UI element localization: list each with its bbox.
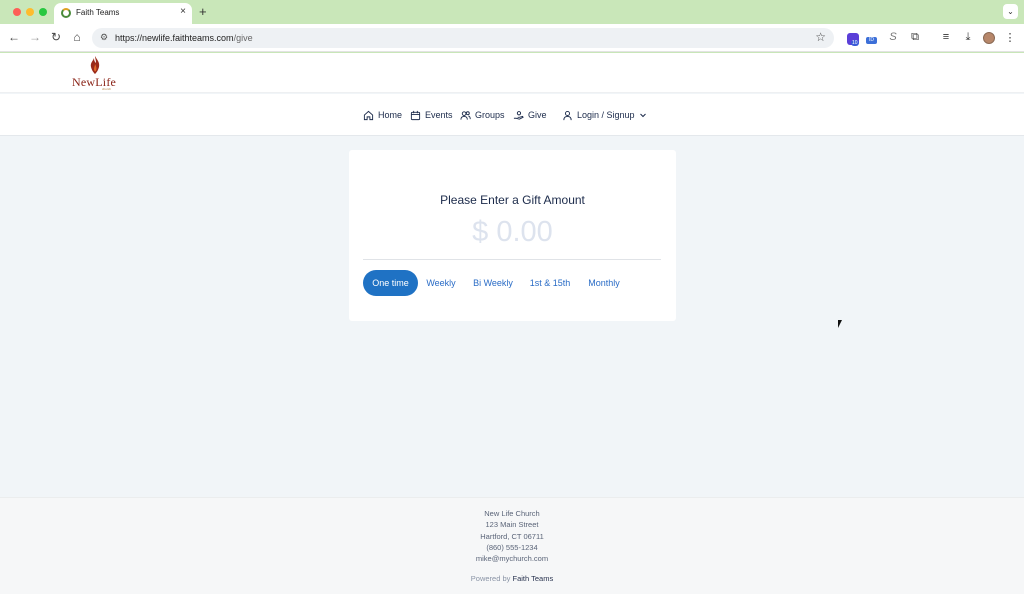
calendar-icon xyxy=(410,110,421,120)
footer-city: Hartford, CT 06711 xyxy=(480,532,544,541)
footer-powered-by: Powered by Faith Teams xyxy=(0,574,1024,583)
footer-street: 123 Main Street xyxy=(485,520,539,529)
amount-divider xyxy=(363,259,661,260)
bookmark-star-icon[interactable]: ☆ xyxy=(815,30,826,44)
site-header: NewLife church xyxy=(0,53,1024,93)
frequency-biweekly-button[interactable]: Bi Weekly xyxy=(470,270,516,296)
url-path: /give xyxy=(233,33,253,43)
frequency-one-time-button[interactable]: One time xyxy=(363,270,418,296)
nav-give-label: Give xyxy=(528,110,547,120)
frequency-1st-15th-button[interactable]: 1st & 15th xyxy=(527,270,573,296)
minimize-window-button[interactable] xyxy=(26,8,34,16)
frequency-monthly-button[interactable]: Monthly xyxy=(584,270,624,296)
footer-church-name: New Life Church xyxy=(484,509,540,518)
frequency-weekly-button[interactable]: Weekly xyxy=(422,270,460,296)
tab-close-icon[interactable]: × xyxy=(180,6,186,17)
mouse-cursor-icon xyxy=(838,320,846,328)
flame-logo-icon xyxy=(90,56,100,74)
nav-groups[interactable]: Groups xyxy=(460,108,505,122)
powered-by-brand-link[interactable]: Faith Teams xyxy=(512,574,553,583)
tab-title: Faith Teams xyxy=(76,8,120,17)
site-footer: New Life Church 123 Main Street Hartford… xyxy=(0,497,1024,594)
url-text[interactable]: https://newlife.faithteams.com/give xyxy=(115,33,253,43)
footer-phone[interactable]: (860) 555-1234 xyxy=(0,543,1024,552)
nav-events[interactable]: Events xyxy=(410,108,453,122)
profile-avatar[interactable] xyxy=(983,32,995,44)
home-button[interactable]: ⌂ xyxy=(70,30,84,44)
extension-tag-icon[interactable]: ID xyxy=(866,37,877,44)
home-icon xyxy=(363,110,374,120)
new-tab-button[interactable]: + xyxy=(199,4,207,19)
forward-button[interactable]: → xyxy=(28,30,42,44)
faith-teams-favicon-icon xyxy=(61,8,71,18)
nav-give[interactable]: Give xyxy=(513,108,547,122)
media-control-icon[interactable]: ≡ xyxy=(939,31,953,43)
main-navigation: Home Events Groups Give Login / Signup xyxy=(0,94,1024,136)
nav-login-label: Login / Signup xyxy=(577,110,635,120)
gift-amount-input[interactable]: $ 0.00 xyxy=(349,216,676,249)
powered-by-prefix: Powered by xyxy=(470,574,511,583)
nav-login-signup[interactable]: Login / Signup xyxy=(562,108,651,122)
address-bar[interactable]: ⚙ https://newlife.faithteams.com/give ☆ xyxy=(92,28,834,48)
nav-home[interactable]: Home xyxy=(363,108,402,122)
browser-menu-icon[interactable]: ⋮ xyxy=(1003,31,1017,44)
users-icon xyxy=(460,110,471,120)
footer-email[interactable]: mike@mychurch.com xyxy=(0,554,1024,563)
extension-badge-count: 10 xyxy=(851,40,859,46)
browser-tab[interactable]: Faith Teams × xyxy=(54,3,192,24)
extensions-puzzle-icon[interactable]: ⧉ xyxy=(908,31,922,44)
reload-button[interactable]: ↻ xyxy=(49,30,63,44)
give-hand-icon xyxy=(513,110,524,120)
maximize-window-button[interactable] xyxy=(39,8,47,16)
church-logo[interactable]: NewLife church xyxy=(72,55,120,91)
nav-events-label: Events xyxy=(425,110,453,120)
gift-title: Please Enter a Gift Amount xyxy=(440,193,585,207)
gift-card: Please Enter a Gift Amount $ 0.00 One ti… xyxy=(349,150,676,321)
back-button[interactable]: ← xyxy=(7,30,21,44)
extension-s-icon[interactable]: S xyxy=(886,31,900,43)
site-settings-icon[interactable]: ⚙ xyxy=(100,32,108,43)
browser-toolbar: ← → ↻ ⌂ ⚙ https://newlife.faithteams.com… xyxy=(0,24,1024,52)
nav-home-label: Home xyxy=(378,110,403,120)
nav-groups-label: Groups xyxy=(475,110,505,120)
close-window-button[interactable] xyxy=(13,8,21,16)
tab-search-button[interactable]: ⌄ xyxy=(1003,4,1018,19)
browser-tab-bar: Faith Teams × + ⌄ xyxy=(0,0,1024,24)
user-icon xyxy=(563,110,572,120)
url-host: https://newlife.faithteams.com xyxy=(115,33,234,43)
chevron-down-icon xyxy=(639,113,646,118)
logo-subtitle: church xyxy=(102,87,112,91)
downloads-icon[interactable]: ⤓ xyxy=(961,31,975,44)
page-content: NewLife church Home Events Groups Give L… xyxy=(0,53,1024,594)
